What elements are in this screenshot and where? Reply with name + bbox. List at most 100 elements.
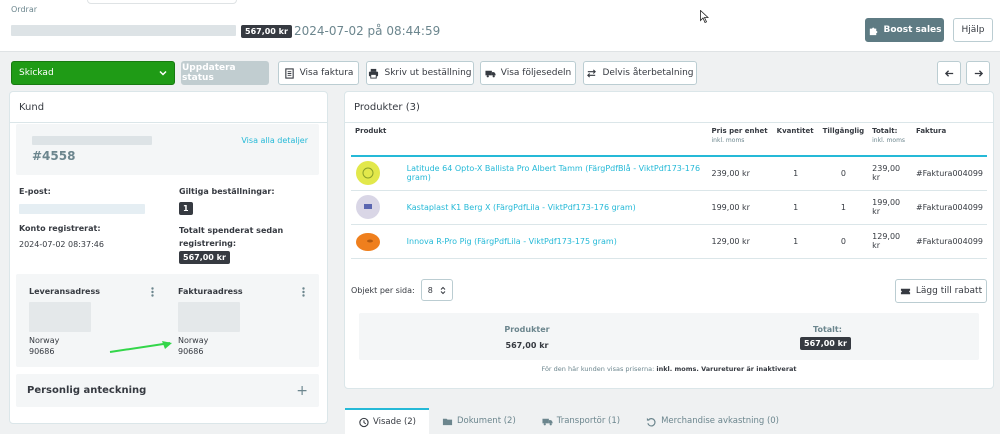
chevron-down-icon — [159, 70, 167, 76]
invoice-address-redacted — [178, 302, 240, 332]
summary-products-value: 567,00 kr — [505, 341, 549, 350]
document-icon — [284, 67, 294, 79]
breadcrumb[interactable]: Ordrar — [11, 5, 37, 14]
arrow-right-icon — [974, 69, 983, 77]
shipping-address-menu-icon[interactable] — [151, 287, 154, 297]
ticket-icon — [900, 288, 910, 294]
line-total: 129,00 kr — [868, 224, 912, 259]
order-date: 2024-07-02 på 08:44:59 — [294, 24, 441, 38]
products-panel: Produkter (3) Produkt Pris per enhet inkl… — [344, 91, 994, 389]
summary-total-label: Totalt: — [813, 325, 842, 334]
tab-carriers-label: Transportör (1) — [556, 416, 621, 426]
invoice-address-label: Fakturaadress — [178, 287, 243, 296]
tab-merchandise-returns[interactable]: Merchandise avkastning (0) — [633, 408, 792, 434]
pagination-control: Objekt per sida: 8 — [351, 279, 453, 301]
col-total-sub: inkl. moms — [872, 137, 906, 144]
product-thumbnail[interactable] — [351, 190, 403, 225]
unit-price: 239,00 kr — [707, 156, 773, 191]
customer-id: #4558 — [32, 149, 76, 163]
add-discount-button[interactable]: Lägg till rabatt — [895, 279, 987, 303]
customer-panel: Kund #4558 Visa alla detaljer E-post: Gi… — [9, 91, 328, 424]
product-thumbnail[interactable] — [351, 224, 403, 259]
tab-merchandise-returns-label: Merchandise avkastning (0) — [661, 416, 779, 426]
table-row: Kastaplast K1 Berg X (FärgPdfLila - Vikt… — [351, 190, 987, 225]
previous-order-button[interactable] — [937, 61, 961, 85]
help-label: Hjälp — [961, 25, 985, 35]
tab-documents[interactable]: Dokument (2) — [429, 408, 529, 434]
search-input[interactable] — [87, 0, 237, 4]
undo-icon — [647, 417, 656, 427]
update-status-button[interactable]: Uppdatera status — [181, 61, 269, 85]
col-price: Pris per enhet inkl. moms — [707, 123, 773, 157]
tab-documents-label: Dokument (2) — [457, 416, 516, 426]
per-page-label: Objekt per sida: — [351, 285, 415, 295]
col-quantity: Kvantitet — [772, 123, 819, 157]
update-status-label: Uppdatera status — [182, 63, 236, 83]
partial-refund-label: Delvis återbetalning — [602, 68, 694, 78]
invoice-postcode: 90686 — [178, 347, 204, 356]
available-quantity: 0 — [818, 224, 869, 259]
quantity: 1 — [772, 156, 819, 191]
invoice-number: #Faktura004099 — [911, 156, 987, 191]
shipping-address-redacted — [29, 302, 91, 332]
col-total-label: Totalt: — [872, 127, 898, 135]
email-label: E-post: — [19, 187, 51, 196]
invoice-address-menu-icon[interactable] — [302, 287, 305, 297]
product-name-link[interactable]: Latitude 64 Opto-X Ballista Pro Albert T… — [402, 156, 708, 191]
mouse-cursor-icon — [700, 10, 709, 23]
shipping-country: Norway — [29, 336, 60, 345]
invoice-country: Norway — [178, 336, 209, 345]
col-total: Totalt: inkl. moms — [868, 123, 912, 157]
folder-icon — [442, 418, 453, 425]
per-page-select[interactable]: 8 — [420, 279, 453, 301]
history-icon — [359, 417, 369, 427]
view-invoice-button[interactable]: Visa faktura — [278, 61, 359, 85]
boost-sales-button[interactable]: Boost sales — [865, 18, 944, 42]
order-summary: Produkter 567,00 kr Totalt: 567,00 kr — [359, 313, 979, 360]
product-thumbnail[interactable] — [351, 156, 403, 191]
next-order-button[interactable] — [966, 61, 990, 85]
order-status-select[interactable]: Skickad — [11, 61, 175, 85]
product-name-link[interactable]: Kastaplast K1 Berg X (FärgPdfLila - Vikt… — [402, 190, 708, 225]
invoice-number: #Faktura004099 — [911, 224, 987, 259]
product-name-link[interactable]: Innova R-Pro Pig (FärgPdfLila - ViktPdf1… — [402, 224, 708, 259]
shipping-address-label: Leveransadress — [29, 287, 100, 296]
per-page-value: 8 — [427, 285, 433, 295]
line-total: 199,00 kr — [868, 190, 912, 225]
swap-arrows-icon — [587, 68, 597, 78]
col-price-label: Pris per enhet — [711, 127, 768, 135]
print-order-button[interactable]: Skriv ut beställning — [366, 61, 474, 85]
price-display-note: För den här kunden visas priserna: inkl.… — [345, 365, 993, 373]
invoice-number: #Faktura004099 — [911, 190, 987, 225]
puzzle-icon — [869, 27, 877, 35]
order-total-badge: 567,00 kr — [241, 25, 292, 38]
print-order-label: Skriv ut beställning — [384, 68, 472, 78]
tab-carriers[interactable]: Transportör (1) — [529, 408, 633, 434]
private-note-section[interactable]: Personlig anteckning + — [16, 374, 319, 407]
addresses-section: Leveransadress Norway 90686 Fakturaadres… — [16, 274, 319, 367]
unit-price: 199,00 kr — [707, 190, 773, 225]
available-quantity: 0 — [818, 156, 869, 191]
add-note-icon[interactable]: + — [296, 383, 308, 399]
view-delivery-slip-button[interactable]: Visa följesedeln — [480, 61, 576, 85]
private-note-label: Personlig anteckning — [27, 385, 147, 396]
arrow-left-icon — [944, 69, 953, 77]
view-invoice-label: Visa faktura — [299, 68, 354, 78]
quantity: 1 — [772, 190, 819, 225]
products-panel-title: Produkter (3) — [345, 92, 993, 123]
help-button[interactable]: Hjälp — [953, 18, 993, 42]
boost-sales-label: Boost sales — [883, 25, 942, 35]
view-delivery-slip-label: Visa följesedeln — [500, 68, 572, 78]
available-quantity: 1 — [818, 190, 869, 225]
partial-refund-button[interactable]: Delvis återbetalning — [583, 61, 697, 85]
tab-history[interactable]: Visade (2) — [345, 408, 429, 434]
total-spent-badge: 567,00 kr — [179, 251, 230, 264]
order-tabs: Visade (2) Dokument (2) Transportör (1) … — [345, 408, 1000, 434]
table-row: Latitude 64 Opto-X Ballista Pro Albert T… — [351, 156, 987, 191]
price-note-bold: inkl. moms. Varureturer är inaktiverat — [656, 365, 797, 373]
table-row: Innova R-Pro Pig (FärgPdfLila - ViktPdf1… — [351, 224, 987, 259]
order-status-value: Skickad — [19, 68, 54, 78]
printer-icon — [369, 68, 379, 79]
view-all-details-link[interactable]: Visa alla detaljer — [241, 136, 308, 145]
disc-image — [356, 233, 380, 251]
